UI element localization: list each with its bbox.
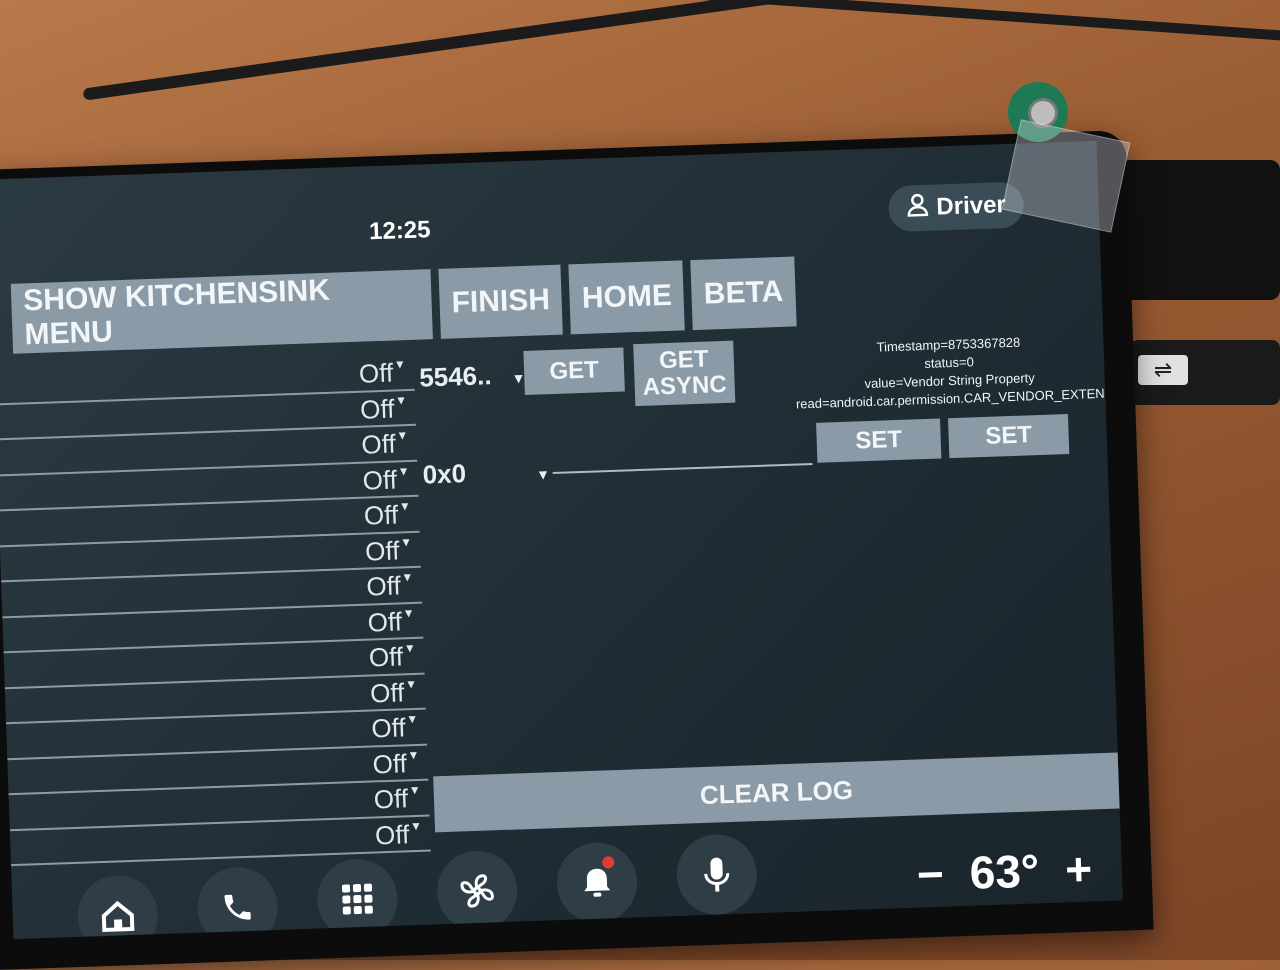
toggle-dropdown[interactable]: Off▼ — [373, 783, 421, 816]
toggle-dropdown[interactable]: Off▼ — [370, 676, 418, 709]
toggle-dropdown[interactable]: Off▼ — [360, 393, 408, 426]
show-kitchensink-menu-button[interactable]: SHOW KITCHENSINK MENU — [10, 269, 433, 354]
toggle-dropdown[interactable]: Off▼ — [375, 818, 423, 851]
chevron-down-icon: ▼ — [394, 392, 408, 407]
toggle-value: Off — [374, 818, 410, 850]
temp-decrease-button[interactable]: − — [916, 847, 945, 902]
area-id-value: 0x0 — [422, 458, 467, 490]
toggle-value: Off — [368, 641, 404, 673]
temperature-value: 63° — [968, 844, 1041, 899]
chevron-down-icon: ▼ — [402, 605, 415, 620]
chevron-down-icon: ▼ — [407, 747, 420, 762]
toggle-dropdown[interactable]: Off▼ — [363, 499, 411, 532]
toggle-dropdown[interactable]: Off▼ — [362, 464, 410, 497]
kitchensink-menu-bar: SHOW KITCHENSINK MENU FINISH HOME BETA — [10, 256, 797, 354]
beta-button[interactable]: BETA — [690, 256, 797, 331]
set-async-button-label: SET — [984, 421, 1033, 450]
get-async-line2: ASYNC — [642, 370, 728, 401]
home-icon[interactable] — [76, 874, 160, 940]
get-async-line1: GET — [658, 345, 709, 375]
phone-icon[interactable] — [196, 865, 279, 940]
temp-increase-button[interactable]: + — [1064, 841, 1093, 896]
property-id-dropdown[interactable]: 5546.. ▼ — [419, 359, 526, 394]
toggle-value: Off — [370, 712, 407, 744]
toggle-dropdown[interactable]: Off▼ — [361, 428, 409, 461]
usb-symbol-icon: ⇌ — [1138, 355, 1188, 385]
chevron-down-icon: ▼ — [535, 466, 551, 483]
microphone-icon[interactable] — [675, 833, 759, 916]
chevron-down-icon: ▼ — [409, 818, 423, 833]
toggle-value: Off — [373, 783, 409, 815]
home-button[interactable]: HOME — [568, 260, 686, 335]
toggle-value: Off — [364, 534, 400, 567]
cable-top — [82, 0, 778, 101]
toggle-value: Off — [359, 393, 395, 425]
car-display: 12:25 Driver SHOW KITCHENSINK MENU FINIS… — [0, 140, 1123, 940]
toggle-value: Off — [363, 499, 399, 531]
toggle-value: Off — [367, 605, 403, 638]
finish-button[interactable]: FINISH — [438, 264, 564, 339]
fan-icon[interactable] — [435, 849, 519, 933]
toggle-value: Off — [362, 463, 398, 496]
toggle-dropdown[interactable]: Off▼ — [367, 605, 415, 638]
chevron-down-icon: ▼ — [393, 357, 407, 372]
set-button-label: SET — [854, 425, 903, 455]
value-input[interactable] — [552, 462, 813, 475]
chevron-down-icon: ▼ — [397, 463, 410, 478]
toggle-value: Off — [369, 676, 405, 709]
chevron-down-icon: ▼ — [398, 499, 411, 514]
toggle-dropdown[interactable]: Off▼ — [371, 712, 419, 745]
chevron-down-icon: ▼ — [408, 782, 421, 798]
toggle-list: Off▼ Off▼ Off▼ Off▼ Off▼ Off▼ Off▼ Off▼ Off▼ Off▼… — [0, 354, 431, 867]
clear-log-button[interactable]: CLEAR LOG — [433, 752, 1120, 833]
toggle-value: Off — [365, 570, 402, 602]
toggle-value: Off — [360, 428, 397, 460]
area-id-dropdown[interactable]: 0x0 ▼ — [422, 455, 550, 490]
toggle-dropdown[interactable]: Off▼ — [368, 641, 416, 674]
climate-control: − 63° + — [916, 841, 1093, 901]
get-async-button[interactable]: GET ASYNC — [633, 340, 736, 407]
usb-connector-hdmi — [1120, 160, 1280, 300]
chevron-down-icon: ▼ — [404, 676, 418, 691]
chevron-down-icon: ▼ — [401, 569, 414, 585]
chevron-down-icon: ▼ — [406, 711, 419, 727]
get-button[interactable]: GET — [523, 347, 625, 395]
set-async-button[interactable]: SET — [947, 414, 1070, 459]
chevron-down-icon: ▼ — [403, 640, 416, 656]
get-button-label: GET — [548, 356, 600, 386]
toggle-value: Off — [358, 357, 394, 389]
user-chip-label: Driver — [935, 191, 1007, 221]
status-bar: 12:25 Driver — [0, 141, 1100, 270]
property-id-value: 5546.. — [418, 360, 493, 393]
toggle-dropdown[interactable]: Off▼ — [365, 534, 413, 567]
toggle-dropdown[interactable]: Off▼ — [366, 570, 414, 603]
person-icon — [906, 192, 929, 224]
clock: 12:25 — [368, 216, 431, 246]
set-button[interactable]: SET — [816, 418, 942, 463]
toggle-dropdown[interactable]: Off▼ — [372, 747, 420, 780]
bell-icon[interactable] — [555, 841, 639, 925]
toggle-value: Off — [372, 747, 408, 779]
chevron-down-icon: ▼ — [396, 428, 409, 443]
property-log: Timestamp=8753367828 status=0 value=Vend… — [783, 330, 1115, 414]
chevron-down-icon: ▼ — [399, 534, 413, 549]
toggle-dropdown[interactable]: Off▼ — [358, 357, 406, 390]
